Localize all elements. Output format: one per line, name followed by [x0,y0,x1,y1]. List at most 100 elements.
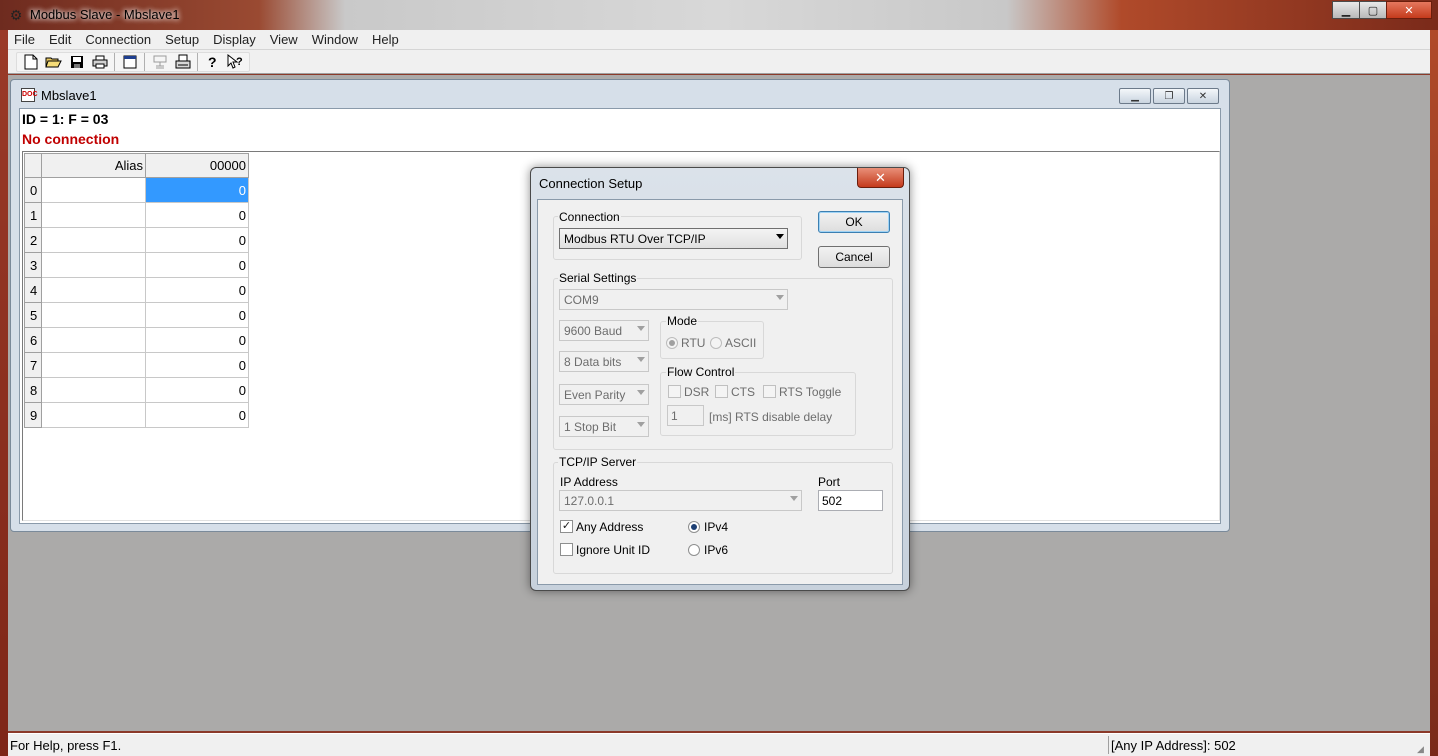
row-header[interactable]: 8 [24,377,42,403]
status-bar: For Help, press F1. [Any IP Address]: 50… [8,733,1430,756]
rts-delay-label: [ms] RTS disable delay [709,410,833,424]
printer-setup-icon[interactable] [171,52,194,71]
connect-icon[interactable] [148,52,171,71]
dsr-checkbox[interactable] [668,385,681,398]
port-input[interactable]: 502 [818,490,883,511]
alias-cell[interactable] [41,202,146,228]
row-header[interactable]: 1 [24,202,42,228]
row-header[interactable]: 2 [24,227,42,253]
close-button[interactable]: ✕ [1386,1,1432,19]
value-cell[interactable]: 0 [145,302,249,328]
ipv6-radio[interactable] [688,544,700,556]
baud-rate-select[interactable]: 9600 Baud [559,320,649,341]
svg-text:?: ? [208,54,217,70]
menu-view[interactable]: View [263,32,305,47]
menu-display[interactable]: Display [206,32,263,47]
row-header[interactable]: 5 [24,302,42,328]
menu-window[interactable]: Window [305,32,365,47]
menu-help[interactable]: Help [365,32,406,47]
row-header[interactable]: 6 [24,327,42,353]
column-header-alias[interactable]: Alias [41,153,146,178]
mode-ascii-label: ASCII [725,336,757,350]
ignore-unit-id-checkbox[interactable] [560,543,573,556]
ipv4-radio[interactable] [688,521,700,533]
row-header[interactable]: 0 [24,177,42,203]
parity-select[interactable]: Even Parity [559,384,649,405]
child-title-bar[interactable]: DOC Mbslave1 ▁ ❐ ✕ [11,80,1229,108]
save-icon[interactable] [65,52,88,71]
alias-cell[interactable] [41,302,146,328]
ip-address-select[interactable]: 127.0.0.1 [559,490,802,511]
child-minimize-button[interactable]: ▁ [1119,88,1151,104]
table-row: 0 0 [24,177,249,203]
connection-type-select[interactable]: Modbus RTU Over TCP/IP [559,228,788,249]
grid-corner[interactable] [24,153,42,178]
svg-text:?: ? [236,56,243,68]
minimize-button[interactable]: ▁ [1332,1,1360,19]
value-cell[interactable]: 0 [145,327,249,353]
ip-address-label: IP Address [560,475,618,489]
child-restore-button[interactable]: ❐ [1153,88,1185,104]
value-cell-selected[interactable]: 0 [145,177,249,203]
alias-cell[interactable] [41,252,146,278]
ipv6-label: IPv6 [704,543,729,557]
rts-toggle-checkbox[interactable] [763,385,776,398]
value-cell[interactable]: 0 [145,402,249,428]
value-cell[interactable]: 0 [145,377,249,403]
value-cell[interactable]: 0 [145,202,249,228]
window-icon[interactable] [118,52,141,71]
any-address-label: Any Address [576,520,644,534]
row-header[interactable]: 9 [24,402,42,428]
alias-cell[interactable] [41,352,146,378]
alias-cell[interactable] [41,227,146,253]
cancel-button[interactable]: Cancel [818,246,890,268]
cts-label: CTS [731,385,755,399]
toolbar-group: ? ? [16,51,250,72]
value-cell[interactable]: 0 [145,227,249,253]
menu-setup[interactable]: Setup [158,32,206,47]
mode-ascii-radio[interactable] [710,337,722,349]
alias-cell[interactable] [41,177,146,203]
alias-cell[interactable] [41,327,146,353]
any-address-checkbox[interactable]: ✓ [560,520,573,533]
context-help-icon[interactable]: ? [224,52,247,71]
alias-cell[interactable] [41,377,146,403]
main-title-bar[interactable]: ⚙ Modbus Slave - Mbslave1 ▁ ▢ ✕ [0,0,1438,30]
row-header[interactable]: 4 [24,277,42,303]
menu-file[interactable]: File [8,32,42,47]
data-bits-select[interactable]: 8 Data bits [559,351,649,372]
new-icon[interactable] [19,52,42,71]
toolbar-separator [114,52,115,71]
open-icon[interactable] [42,52,65,71]
column-header-address[interactable]: 00000 [145,153,249,178]
child-close-button[interactable]: ✕ [1187,88,1219,104]
slave-id-function: ID = 1: F = 03 [22,111,109,127]
rts-delay-input[interactable]: 1 [667,405,704,426]
row-header[interactable]: 7 [24,352,42,378]
table-row: 8 0 [24,377,249,403]
serial-port-select[interactable]: COM9 [559,289,788,310]
print-icon[interactable] [88,52,111,71]
value-cell[interactable]: 0 [145,252,249,278]
dialog-close-button[interactable]: ✕ [857,168,904,188]
menu-edit[interactable]: Edit [42,32,78,47]
help-icon[interactable]: ? [201,52,224,71]
stop-bits-select[interactable]: 1 Stop Bit [559,416,649,437]
toolbar-separator [144,52,145,71]
maximize-button[interactable]: ▢ [1359,1,1387,19]
alias-cell[interactable] [41,402,146,428]
status-help-text: For Help, press F1. [10,738,122,753]
cts-checkbox[interactable] [715,385,728,398]
resize-grip-icon[interactable]: ◢ [1417,743,1429,755]
table-row: 7 0 [24,352,249,378]
row-header[interactable]: 3 [24,252,42,278]
register-table: Alias 00000 0 0 1 0 2 0 3 0 4 0 5 0 6 0 … [24,153,249,428]
alias-cell[interactable] [41,277,146,303]
value-cell[interactable]: 0 [145,277,249,303]
window-frame-right [1430,30,1438,756]
ok-button[interactable]: OK [818,211,890,233]
modbus-app-icon: ⚙ [9,7,23,23]
menu-connection[interactable]: Connection [78,32,158,47]
mode-rtu-radio[interactable] [666,337,678,349]
value-cell[interactable]: 0 [145,352,249,378]
